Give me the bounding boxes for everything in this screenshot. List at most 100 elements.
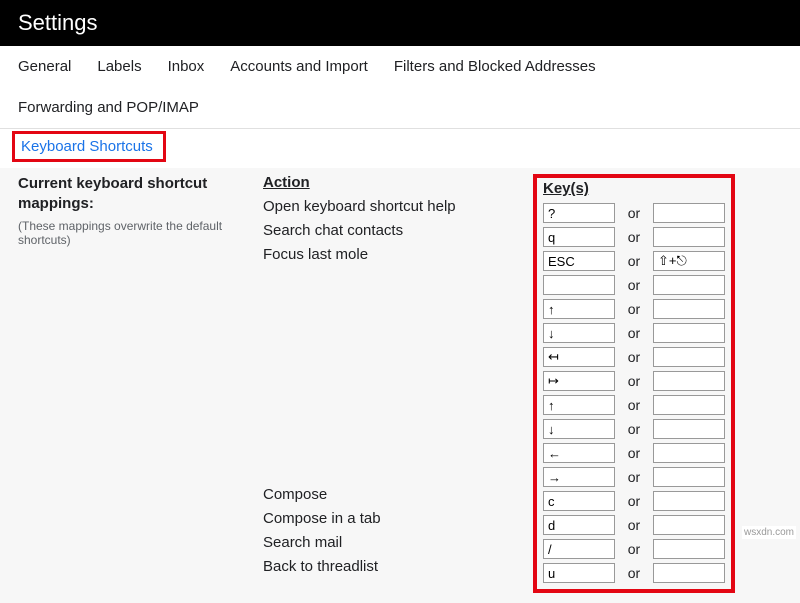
action-header: Action <box>263 174 533 191</box>
key-row: or <box>543 321 725 345</box>
action-label <box>263 411 533 435</box>
section-title: Current keyboard shortcut mappings: <box>18 174 255 215</box>
action-label <box>263 459 533 483</box>
key-primary-input[interactable] <box>543 227 615 247</box>
key-secondary-input[interactable] <box>653 443 725 463</box>
action-label <box>263 435 533 459</box>
keys-header: Key(s) <box>543 180 725 197</box>
key-primary-input[interactable] <box>543 539 615 559</box>
watermark: wsxdn.com <box>742 526 796 539</box>
section-subtitle: (These mappings overwrite the default sh… <box>18 219 255 247</box>
page-header: Settings <box>0 0 800 46</box>
tab-keyboard-shortcuts-highlight: Keyboard Shortcuts <box>12 131 166 162</box>
tab-accounts-import[interactable]: Accounts and Import <box>230 46 376 87</box>
key-primary-input[interactable] <box>543 251 615 271</box>
key-row: or <box>543 201 725 225</box>
keys-column-highlight: Key(s) or or or or or or or or or or or or or or or or <box>533 174 735 593</box>
key-primary-input[interactable] <box>543 491 615 511</box>
or-label: or <box>615 229 653 245</box>
or-label: or <box>615 493 653 509</box>
or-label: or <box>615 541 653 557</box>
key-secondary-input[interactable] <box>653 539 725 559</box>
key-secondary-input[interactable] <box>653 371 725 391</box>
key-primary-input[interactable] <box>543 515 615 535</box>
or-label: or <box>615 445 653 461</box>
or-label: or <box>615 253 653 269</box>
action-label: Search chat contacts <box>263 219 533 243</box>
action-label <box>263 315 533 339</box>
key-row: or <box>543 369 725 393</box>
description-column: Current keyboard shortcut mappings: (The… <box>18 174 263 593</box>
key-primary-input[interactable] <box>543 419 615 439</box>
key-row: or <box>543 297 725 321</box>
key-row: or <box>543 489 725 513</box>
action-label: Search mail <box>263 531 533 555</box>
key-secondary-input[interactable] <box>653 515 725 535</box>
key-primary-input[interactable] <box>543 323 615 343</box>
or-label: or <box>615 565 653 581</box>
tab-general[interactable]: General <box>18 46 79 87</box>
or-label: or <box>615 517 653 533</box>
key-row: or <box>543 393 725 417</box>
key-primary-input[interactable] <box>543 563 615 583</box>
key-secondary-input[interactable] <box>653 203 725 223</box>
key-row: or <box>543 417 725 441</box>
action-label: Open keyboard shortcut help <box>263 195 533 219</box>
key-primary-input[interactable] <box>543 299 615 319</box>
key-secondary-input[interactable] <box>653 299 725 319</box>
key-secondary-input[interactable] <box>653 491 725 511</box>
tab-forwarding-pop-imap[interactable]: Forwarding and POP/IMAP <box>18 87 207 128</box>
page-title: Settings <box>18 10 98 35</box>
key-row: or <box>543 225 725 249</box>
tab-labels[interactable]: Labels <box>97 46 149 87</box>
or-label: or <box>615 349 653 365</box>
key-secondary-input[interactable] <box>653 323 725 343</box>
or-label: or <box>615 397 653 413</box>
key-primary-input[interactable] <box>543 467 615 487</box>
key-row: or <box>543 273 725 297</box>
key-secondary-input[interactable] <box>653 251 725 271</box>
or-label: or <box>615 205 653 221</box>
action-label <box>263 363 533 387</box>
or-label: or <box>615 469 653 485</box>
key-primary-input[interactable] <box>543 275 615 295</box>
or-label: or <box>615 325 653 341</box>
key-row: or <box>543 345 725 369</box>
key-row: or <box>543 513 725 537</box>
key-primary-input[interactable] <box>543 203 615 223</box>
settings-tabs-row2: Keyboard Shortcuts <box>0 129 800 168</box>
content-area: Current keyboard shortcut mappings: (The… <box>0 168 800 603</box>
key-secondary-input[interactable] <box>653 563 725 583</box>
action-label: Compose in a tab <box>263 507 533 531</box>
key-row: or <box>543 465 725 489</box>
key-row: or <box>543 441 725 465</box>
key-secondary-input[interactable] <box>653 275 725 295</box>
tab-filters-blocked[interactable]: Filters and Blocked Addresses <box>394 46 604 87</box>
key-secondary-input[interactable] <box>653 395 725 415</box>
action-column: Action Open keyboard shortcut helpSearch… <box>263 174 533 593</box>
action-label <box>263 267 533 291</box>
action-label <box>263 291 533 315</box>
key-primary-input[interactable] <box>543 347 615 367</box>
key-row: or <box>543 561 725 585</box>
key-secondary-input[interactable] <box>653 419 725 439</box>
action-label: Compose <box>263 483 533 507</box>
tab-inbox[interactable]: Inbox <box>168 46 213 87</box>
key-secondary-input[interactable] <box>653 467 725 487</box>
key-primary-input[interactable] <box>543 443 615 463</box>
key-primary-input[interactable] <box>543 371 615 391</box>
action-label <box>263 339 533 363</box>
key-secondary-input[interactable] <box>653 227 725 247</box>
action-label <box>263 387 533 411</box>
key-primary-input[interactable] <box>543 395 615 415</box>
or-label: or <box>615 277 653 293</box>
action-label: Focus last mole <box>263 243 533 267</box>
action-label: Back to threadlist <box>263 555 533 579</box>
tab-keyboard-shortcuts[interactable]: Keyboard Shortcuts <box>21 138 153 155</box>
or-label: or <box>615 373 653 389</box>
key-secondary-input[interactable] <box>653 347 725 367</box>
key-row: or <box>543 249 725 273</box>
or-label: or <box>615 421 653 437</box>
or-label: or <box>615 301 653 317</box>
settings-tabs-row1: General Labels Inbox Accounts and Import… <box>0 46 800 129</box>
